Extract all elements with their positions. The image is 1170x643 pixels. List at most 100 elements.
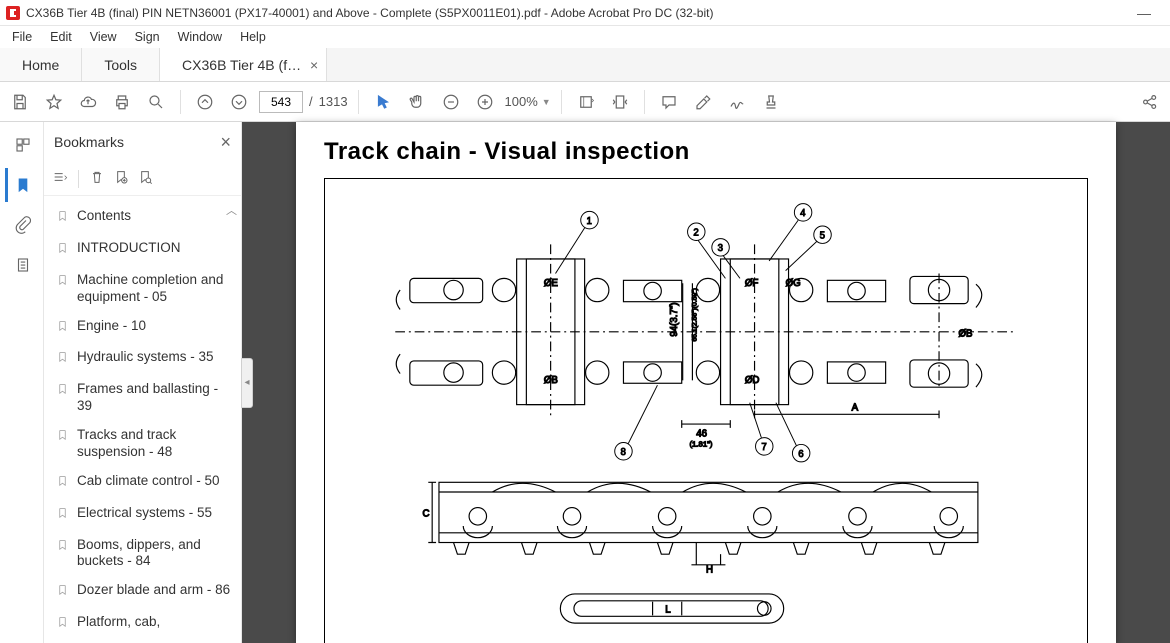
menu-sign[interactable]: Sign xyxy=(127,28,168,46)
bookmark-item[interactable]: Contents xyxy=(52,202,237,234)
svg-text:L: L xyxy=(665,604,671,615)
bookmark-icon xyxy=(56,382,69,401)
zoom-level[interactable]: 100%▼ xyxy=(505,94,551,109)
bookmarks-panel: Bookmarks × ︿ ContentsINTRODUCTIONMachin… xyxy=(44,122,242,643)
print-icon[interactable] xyxy=(108,88,136,116)
page-separator: / xyxy=(309,94,313,109)
cloud-icon[interactable] xyxy=(74,88,102,116)
star-icon[interactable] xyxy=(40,88,68,116)
svg-text:ØB: ØB xyxy=(958,329,972,340)
bookmark-icon xyxy=(56,241,69,260)
bookmarks-find-icon[interactable] xyxy=(137,169,153,188)
tab-document[interactable]: CX36B Tier 4B (final... × xyxy=(160,48,327,81)
svg-text:8: 8 xyxy=(621,447,626,458)
stamp-icon[interactable] xyxy=(757,88,785,116)
bookmarks-delete-icon[interactable] xyxy=(89,169,105,188)
rail-attachments[interactable] xyxy=(5,208,39,242)
share-icon[interactable] xyxy=(1136,88,1164,116)
bookmark-icon xyxy=(56,273,69,292)
fit-page-icon[interactable] xyxy=(606,88,634,116)
hand-icon[interactable] xyxy=(403,88,431,116)
menu-edit[interactable]: Edit xyxy=(42,28,80,46)
bookmark-icon xyxy=(56,319,69,338)
page-up-icon[interactable] xyxy=(191,88,219,116)
selection-arrow-icon[interactable] xyxy=(369,88,397,116)
search-icon[interactable] xyxy=(142,88,170,116)
svg-text:A: A xyxy=(852,402,859,413)
bookmark-label: Machine completion and equipment - 05 xyxy=(77,272,233,306)
rail-layers[interactable] xyxy=(5,248,39,282)
tab-close-icon[interactable]: × xyxy=(310,57,318,73)
window-title: CX36B Tier 4B (final) PIN NETN36001 (PX1… xyxy=(26,6,1124,20)
bookmark-item[interactable]: INTRODUCTION xyxy=(52,234,237,266)
technical-diagram: ØE ØB 94(3.7") 65.1(2.56")(0.59") ØF ØD … xyxy=(324,178,1088,643)
tab-tools[interactable]: Tools xyxy=(82,48,160,81)
sign-icon[interactable] xyxy=(723,88,751,116)
bookmark-item[interactable]: Booms, dippers, and buckets - 84 xyxy=(52,531,237,577)
collapse-sidebar-handle[interactable]: ◂ xyxy=(241,358,253,408)
bookmark-item[interactable]: Engine - 10 xyxy=(52,312,237,344)
svg-text:ØF: ØF xyxy=(745,278,759,289)
bookmark-item[interactable]: Tracks and track suspension - 48 xyxy=(52,421,237,467)
bookmark-label: Tracks and track suspension - 48 xyxy=(77,427,233,461)
page-down-icon[interactable] xyxy=(225,88,253,116)
bookmark-label: Electrical systems - 55 xyxy=(77,505,212,522)
rail-thumbnails[interactable] xyxy=(5,128,39,162)
current-page-input[interactable] xyxy=(259,91,303,113)
tab-document-label: CX36B Tier 4B (final... xyxy=(182,57,302,73)
bookmark-item[interactable]: Machine completion and equipment - 05 xyxy=(52,266,237,312)
svg-text:C: C xyxy=(422,508,429,519)
bookmarks-tree[interactable]: ︿ Contents INTRODUCTION Machine completion… xyxy=(44,196,241,643)
svg-text:6: 6 xyxy=(798,449,803,460)
bookmark-label: Cab climate control - 50 xyxy=(77,473,220,490)
svg-text:3: 3 xyxy=(718,243,723,254)
bookmark-label: Booms, dippers, and buckets - 84 xyxy=(77,537,233,571)
document-viewport[interactable]: ◂ Track chain - Visual inspection xyxy=(242,122,1170,643)
minimize-button[interactable]: — xyxy=(1124,5,1164,21)
rail-bookmarks[interactable] xyxy=(5,168,39,202)
comment-icon[interactable] xyxy=(655,88,683,116)
highlight-icon[interactable] xyxy=(689,88,717,116)
bookmark-label: Engine - 10 xyxy=(77,318,146,335)
scroll-up-icon[interactable]: ︿ xyxy=(226,202,237,218)
menu-help[interactable]: Help xyxy=(232,28,274,46)
svg-text:ØD: ØD xyxy=(745,375,760,386)
menu-view[interactable]: View xyxy=(82,28,125,46)
bookmark-label: Contents xyxy=(77,208,131,225)
bookmark-item[interactable]: Hydraulic systems - 35 xyxy=(52,343,237,375)
document-page: Track chain - Visual inspection xyxy=(296,122,1116,643)
bookmarks-options-icon[interactable] xyxy=(52,169,68,188)
svg-text:ØE: ØE xyxy=(544,278,559,289)
bookmark-item[interactable]: Platform, cab, xyxy=(52,608,237,640)
bookmark-icon xyxy=(56,506,69,525)
bookmark-label: Platform, cab, xyxy=(77,614,160,631)
menu-window[interactable]: Window xyxy=(170,28,230,46)
zoom-out-icon[interactable] xyxy=(437,88,465,116)
svg-text:94(3.7"): 94(3.7") xyxy=(669,302,680,336)
bookmark-icon xyxy=(56,474,69,493)
svg-text:H: H xyxy=(706,565,713,576)
save-icon[interactable] xyxy=(6,88,34,116)
fit-width-icon[interactable] xyxy=(572,88,600,116)
page-indicator: / 1313 xyxy=(259,91,348,113)
bookmark-icon xyxy=(56,583,69,602)
svg-text:7: 7 xyxy=(761,442,766,453)
bookmark-label: Dozer blade and arm - 86 xyxy=(77,582,230,599)
svg-text:5: 5 xyxy=(820,231,825,242)
svg-text:65.1(2.56")(0.59"): 65.1(2.56")(0.59") xyxy=(691,288,698,341)
svg-text:1: 1 xyxy=(587,216,592,227)
bookmark-icon xyxy=(56,428,69,447)
svg-text:ØG: ØG xyxy=(786,278,801,289)
tab-home[interactable]: Home xyxy=(0,48,82,81)
bookmark-item[interactable]: Frames and ballasting - 39 xyxy=(52,375,237,421)
close-panel-icon[interactable]: × xyxy=(220,132,231,153)
bookmarks-new-icon[interactable] xyxy=(113,169,129,188)
page-heading: Track chain - Visual inspection xyxy=(324,138,1088,166)
menu-file[interactable]: File xyxy=(4,28,40,46)
bookmark-item[interactable]: Cab climate control - 50 xyxy=(52,467,237,499)
bookmark-item[interactable]: Electrical systems - 55 xyxy=(52,499,237,531)
zoom-in-icon[interactable] xyxy=(471,88,499,116)
bookmark-label: INTRODUCTION xyxy=(77,240,181,257)
tab-bar: Home Tools CX36B Tier 4B (final... × xyxy=(0,48,1170,82)
bookmark-item[interactable]: Dozer blade and arm - 86 xyxy=(52,576,237,608)
